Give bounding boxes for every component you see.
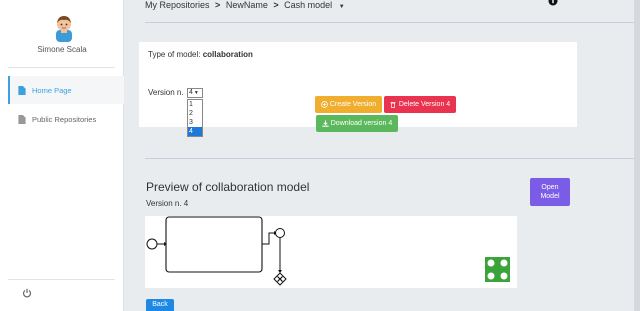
create-version-label: Create Version: [329, 101, 377, 108]
file-icon: [18, 114, 26, 124]
scrollbar[interactable]: [634, 0, 640, 311]
chevron-down-icon[interactable]: ▼: [339, 4, 345, 10]
breadcrumb: My Repositories > NewName > Cash model ▼: [145, 0, 633, 10]
download-icon: [322, 120, 329, 127]
power-icon[interactable]: [22, 288, 32, 298]
version-option[interactable]: 3: [188, 118, 202, 127]
user-avatar-icon[interactable]: [52, 14, 76, 42]
version-option[interactable]: 1: [188, 100, 202, 109]
download-version-button[interactable]: Download version 4: [316, 115, 398, 132]
breadcrumb-separator: >: [273, 0, 279, 10]
chevron-down-icon: ▼: [193, 90, 199, 96]
model-type-label: Type of model:: [148, 50, 201, 59]
preview-title: Preview of collaboration model: [146, 180, 310, 194]
version-select[interactable]: 4▼: [187, 88, 203, 98]
preview-version: Version n. 4: [146, 199, 189, 208]
sidebar: Simone Scala Home Page Public Repositori…: [0, 0, 124, 311]
model-preview-canvas[interactable]: [145, 216, 517, 288]
create-version-button[interactable]: Create Version: [315, 96, 382, 113]
sidebar-item-label: Home Page: [32, 85, 72, 95]
bpmn-diagram: [146, 216, 510, 286]
breadcrumb-repository[interactable]: NewName: [226, 0, 268, 10]
version-selected-value: 4: [189, 89, 193, 96]
breadcrumb-separator: >: [215, 0, 221, 10]
info-icon[interactable]: [548, 0, 558, 8]
version-option[interactable]: 2: [188, 109, 202, 118]
file-icon: [18, 85, 26, 95]
intermediate-event: [275, 228, 285, 238]
sidebar-item-public-repositories[interactable]: Public Repositories: [8, 105, 124, 133]
breadcrumb-model[interactable]: Cash model: [284, 0, 332, 10]
model-info-card: Type of model: collaboration Version n. …: [139, 42, 577, 137]
puzzle-logo-icon: [485, 257, 510, 282]
version-dropdown-list: 1 2 3 4: [187, 99, 203, 137]
version-option[interactable]: 4: [188, 127, 202, 136]
sidebar-item-label: Public Repositories: [32, 114, 97, 124]
version-label: Version n.: [148, 88, 184, 97]
trash-icon: [390, 102, 396, 108]
start-event: [146, 238, 158, 250]
sidebar-item-home[interactable]: Home Page: [8, 76, 124, 104]
model-type-value: collaboration: [202, 50, 253, 59]
download-version-label: Download version 4: [330, 120, 393, 127]
divider: [145, 158, 635, 159]
sidebar-divider: [8, 279, 115, 280]
divider: [145, 22, 635, 23]
open-model-button[interactable]: Open Model: [530, 178, 570, 206]
user-name: Simone Scala: [37, 45, 87, 54]
delete-version-label: Delete Version 4: [398, 101, 451, 108]
task-box: [165, 216, 263, 273]
back-button[interactable]: Back: [146, 299, 174, 311]
model-type: Type of model: collaboration: [148, 50, 253, 59]
plus-circle-icon: [321, 101, 328, 108]
main-content: My Repositories > NewName > Cash model ▼…: [125, 0, 640, 311]
delete-version-button[interactable]: Delete Version 4: [384, 96, 456, 113]
open-model-label-line1: Open: [541, 184, 559, 191]
sidebar-divider: [8, 67, 115, 68]
open-model-label-line2: Model: [540, 193, 560, 200]
sequence-flow: [262, 232, 275, 245]
breadcrumb-my-repositories[interactable]: My Repositories: [145, 0, 210, 10]
